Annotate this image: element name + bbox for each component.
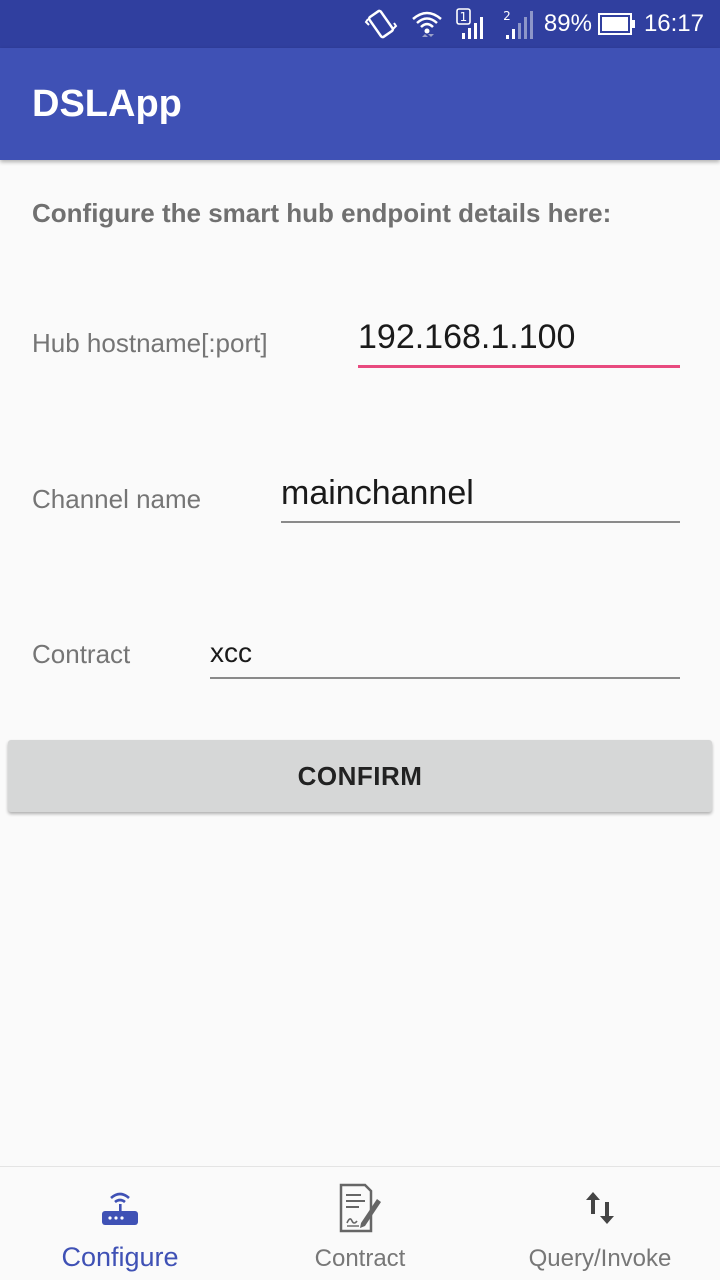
- app-title: DSLApp: [32, 82, 182, 125]
- router-icon: [98, 1185, 142, 1231]
- signal-sim1-icon: 1: [456, 7, 490, 41]
- signal-sim2-icon: 2: [502, 7, 536, 41]
- hub-hostname-label: Hub hostname[:port]: [32, 328, 268, 358]
- battery-percent: 89%: [543, 10, 592, 37]
- status-bar: 1 2 89% 16:17: [0, 0, 720, 48]
- wifi-icon: [410, 7, 444, 41]
- nav-configure-label: Configure: [61, 1242, 179, 1272]
- confirm-button[interactable]: CONFIRM: [8, 740, 712, 812]
- hub-hostname-value: 192.168.1.100: [358, 318, 576, 356]
- channel-name-value: mainchannel: [281, 474, 474, 512]
- vibrate-icon: [364, 7, 398, 41]
- hub-hostname-input[interactable]: 192.168.1.100: [358, 314, 680, 368]
- channel-name-input[interactable]: mainchannel: [281, 469, 680, 523]
- nav-query-invoke-label: Query/Invoke: [528, 1245, 672, 1272]
- contract-label: Contract: [32, 639, 131, 669]
- nav-contract-label: Contract: [314, 1245, 406, 1272]
- svg-text:1: 1: [460, 10, 468, 24]
- clock: 16:17: [643, 10, 704, 37]
- contract-value: xcc: [210, 637, 252, 668]
- nav-configure[interactable]: Configure: [0, 1167, 240, 1280]
- app-bar: DSLApp: [0, 48, 720, 160]
- svg-text:2: 2: [503, 9, 511, 23]
- battery-icon: [597, 12, 636, 36]
- channel-name-label: Channel name: [32, 484, 202, 514]
- document-sign-icon: [337, 1183, 383, 1233]
- nav-contract[interactable]: Contract: [240, 1167, 480, 1280]
- nav-query-invoke[interactable]: Query/Invoke: [480, 1167, 720, 1280]
- bottom-navigation: Configure Contract Query/Invoke: [0, 1166, 720, 1280]
- contract-input[interactable]: xcc: [210, 625, 680, 679]
- intro-text: Configure the smart hub endpoint details…: [32, 198, 612, 228]
- swap-vertical-icon: [583, 1185, 617, 1231]
